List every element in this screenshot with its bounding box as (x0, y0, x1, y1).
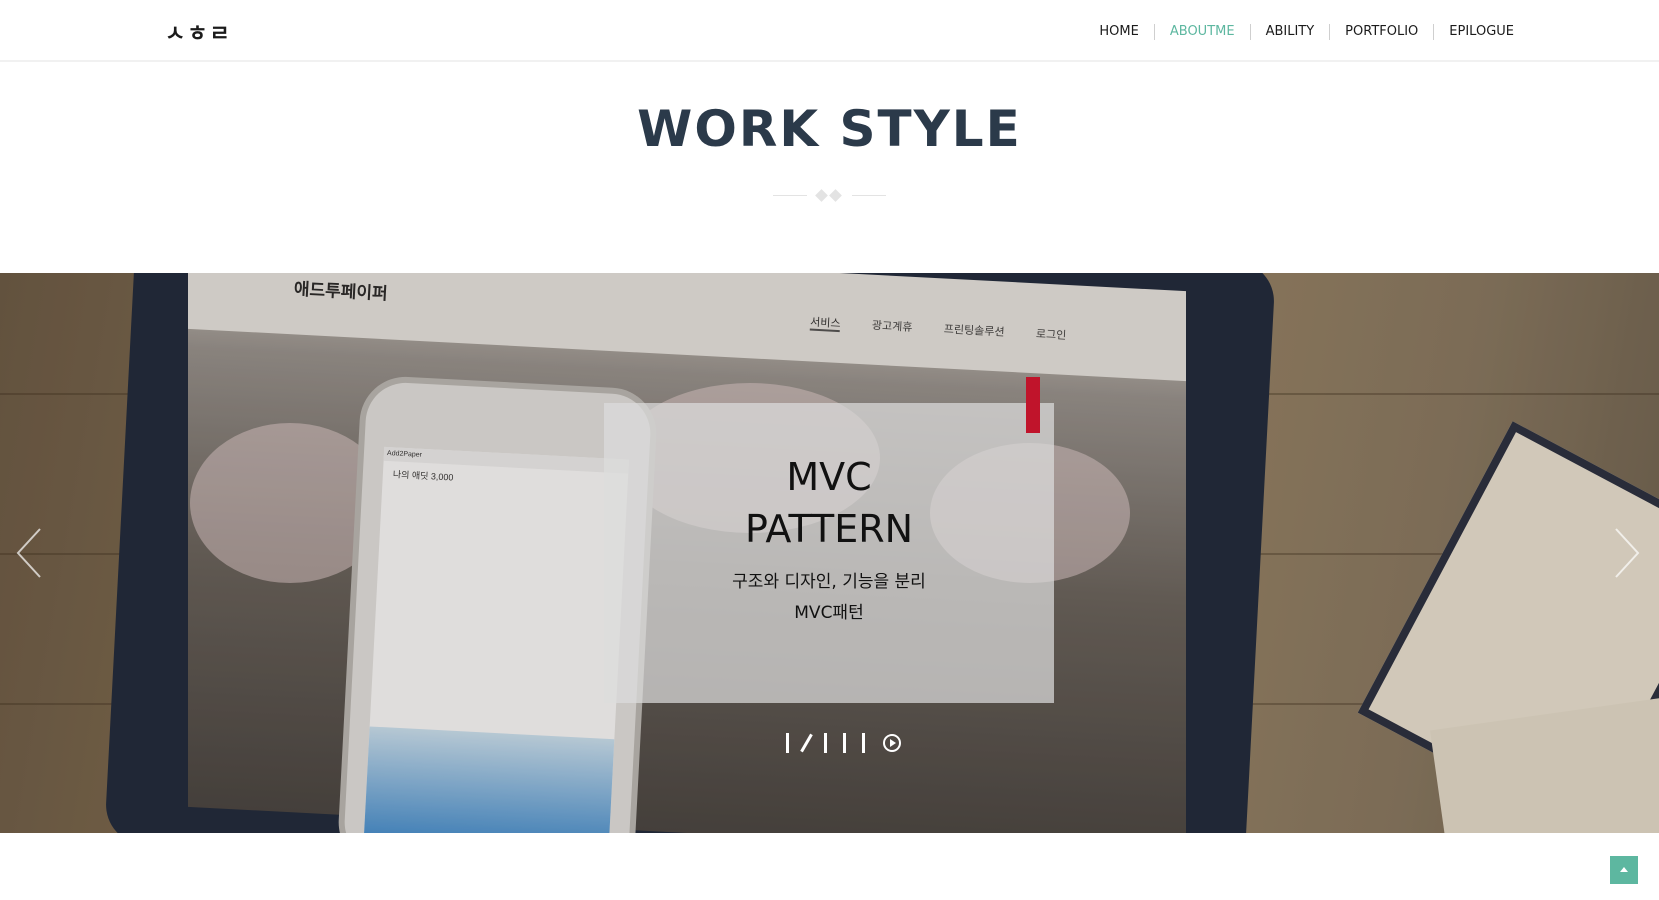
play-circle-icon[interactable] (883, 734, 901, 752)
nav-item-ability[interactable]: ABILITY (1249, 24, 1330, 40)
caption-title: MVC PATTERN (604, 451, 1054, 555)
title-divider (773, 189, 886, 203)
pagination-dot[interactable] (843, 733, 846, 753)
slide-caption: MVC PATTERN 구조와 디자인, 기능을 분리 MVC패턴 (604, 377, 1054, 703)
divider-line-left (773, 195, 807, 196)
site-header: ㅅㅎㄹ HOME ABOUTME ABILITY PORTFOLIO EPILO… (0, 0, 1659, 62)
nav-item-portfolio[interactable]: PORTFOLIO (1329, 24, 1433, 40)
site-logo[interactable]: ㅅㅎㄹ (165, 16, 232, 48)
next-slide-arrow-icon[interactable] (1612, 523, 1642, 583)
pagination-dot[interactable] (862, 733, 865, 753)
work-style-slider[interactable]: 애드투페이퍼 서비스 광고계휴 프린팅솔루션 로그인 Add2Paper 나의 … (0, 273, 1659, 833)
caption-accent-bar (1026, 377, 1040, 433)
pagination-dot[interactable] (786, 733, 789, 753)
pagination-dot-active[interactable] (800, 733, 813, 753)
pagination-dot[interactable] (824, 733, 827, 753)
prev-slide-arrow-icon[interactable] (14, 523, 44, 583)
caption-desc-line-1: 구조와 디자인, 기능을 분리 (732, 572, 926, 592)
nav-item-home[interactable]: HOME (1084, 24, 1153, 40)
main-nav: HOME ABOUTME ABILITY PORTFOLIO EPILOGUE (1084, 24, 1529, 40)
divider-diamond-right (829, 189, 842, 202)
divider-diamond-left (815, 189, 828, 202)
scroll-to-top-button[interactable] (1610, 856, 1638, 884)
section-title: WORK STYLE (637, 100, 1022, 158)
divider-line-right (852, 195, 886, 196)
nav-item-aboutme[interactable]: ABOUTME (1153, 24, 1250, 40)
caption-desc-line-2: MVC패턴 (794, 603, 864, 623)
caption-title-text: MVC PATTERN (744, 455, 914, 551)
caption-description: 구조와 디자인, 기능을 분리 MVC패턴 (604, 567, 1054, 629)
slider-pagination (786, 733, 901, 753)
nav-item-epilogue[interactable]: EPILOGUE (1433, 24, 1529, 40)
